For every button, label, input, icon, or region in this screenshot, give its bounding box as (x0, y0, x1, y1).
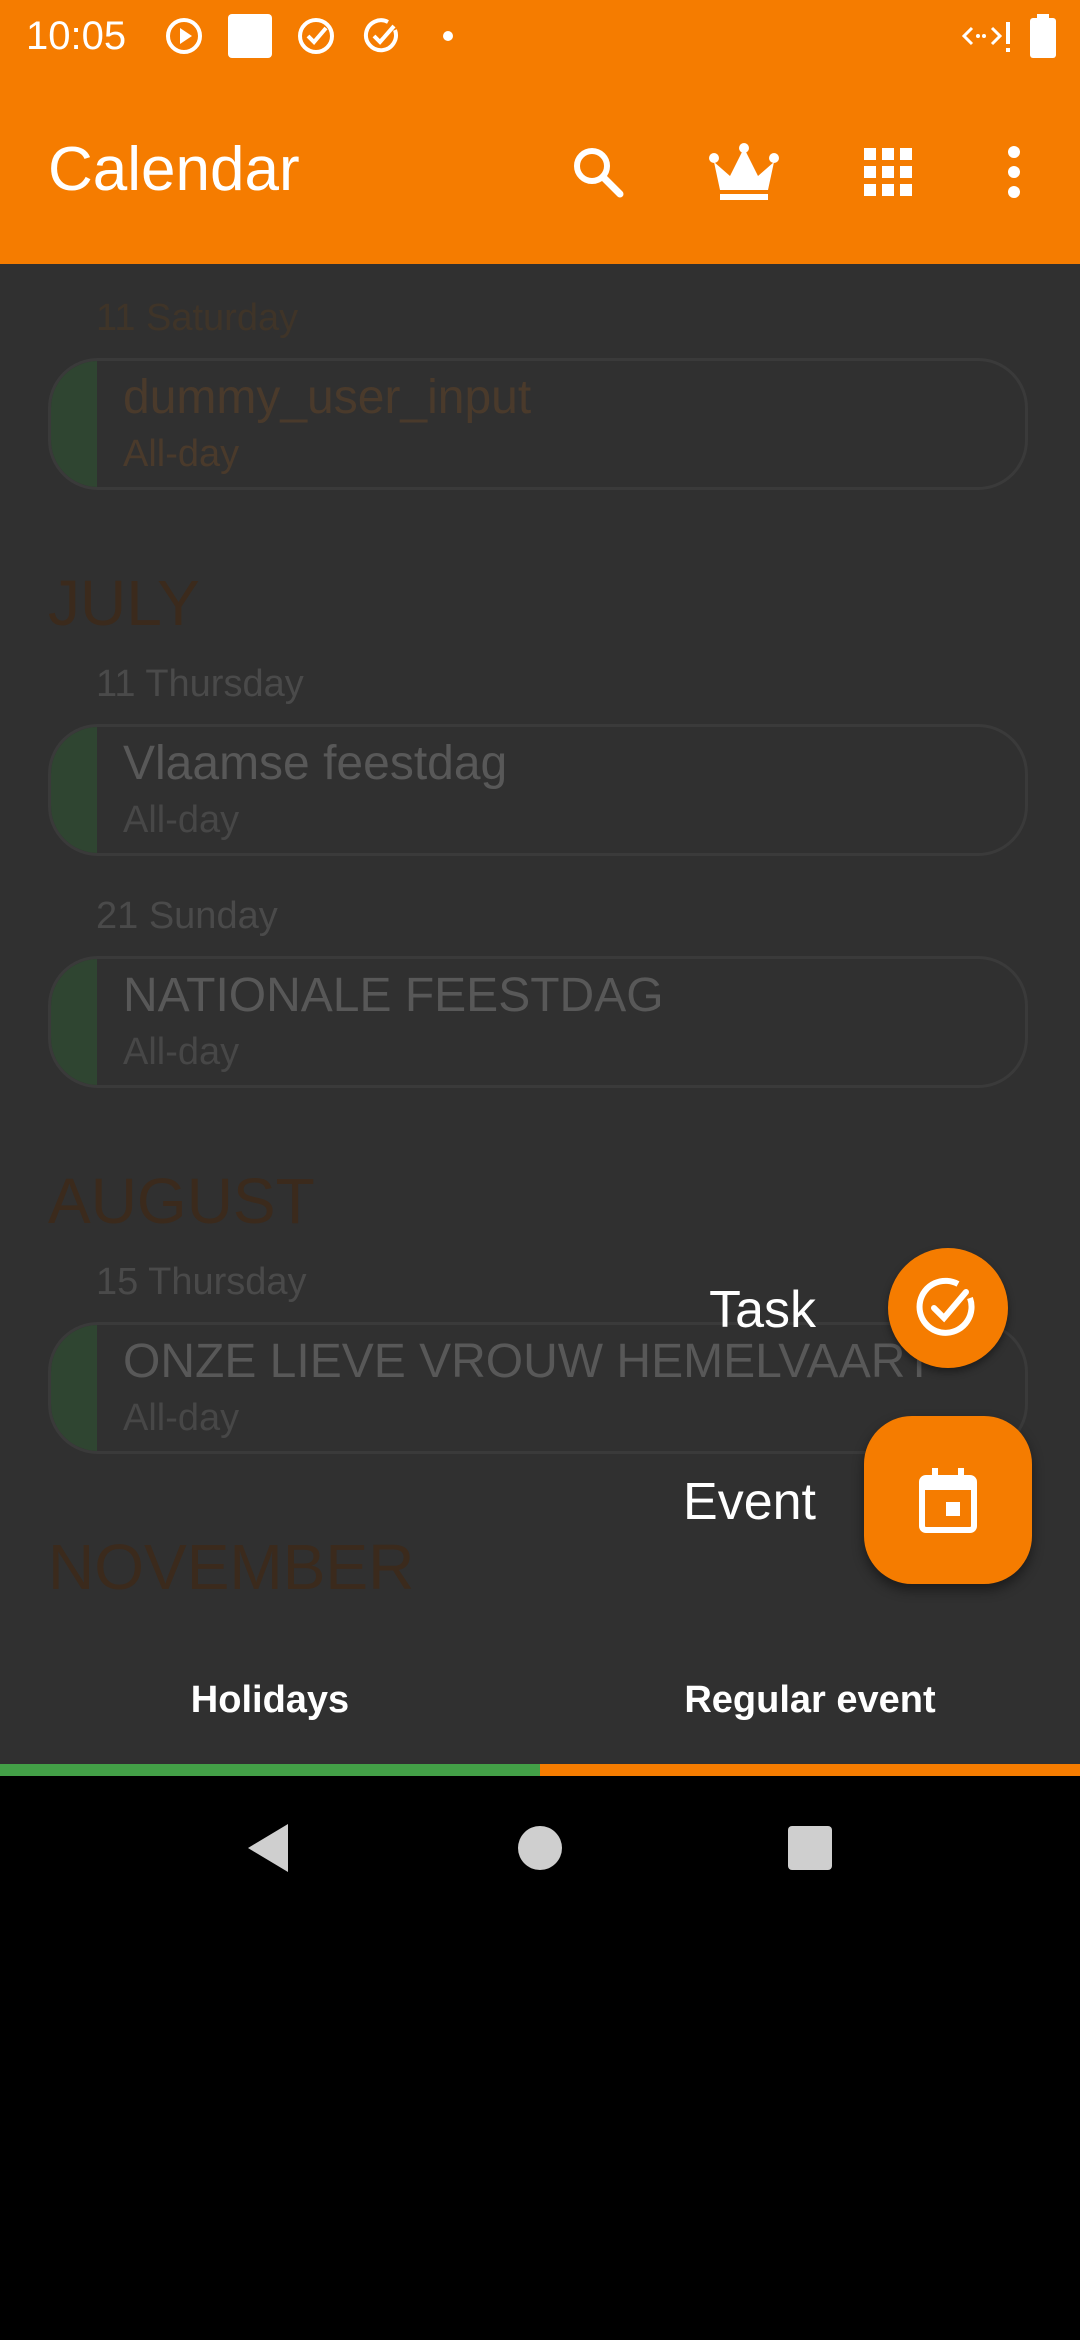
status-time: 10:05 (26, 14, 127, 58)
grid-view-button[interactable] (848, 132, 928, 212)
holidays-indicator (0, 1764, 540, 1776)
regular-event-indicator (540, 1764, 1080, 1776)
add-task-button[interactable] (888, 1248, 1008, 1368)
event-card[interactable]: Vlaamse feestdag All-day (48, 724, 1028, 856)
recents-button[interactable] (770, 1808, 850, 1888)
status-bar: 10:05 (0, 0, 1080, 72)
event-fab-label[interactable]: Event (640, 1472, 816, 1532)
task-fab-label[interactable]: Task (660, 1280, 816, 1340)
white-square-icon (226, 12, 274, 60)
app-bar: Calendar (0, 72, 1080, 264)
home-icon (518, 1826, 562, 1870)
back-button[interactable] (228, 1808, 308, 1888)
holiday-color-bar (51, 727, 97, 853)
month-header: JULY (48, 567, 200, 639)
event-title: dummy_user_input (123, 371, 532, 424)
holiday-color-bar (51, 959, 97, 1085)
target-check-icon (296, 16, 336, 56)
recents-icon (788, 1826, 832, 1870)
add-event-button[interactable] (864, 1416, 1032, 1584)
event-title: ONZE LIEVE VROUW HEMELVAART (123, 1335, 934, 1388)
event-time: All-day (123, 1031, 240, 1073)
play-circle-icon (164, 16, 204, 56)
event-time: All-day (123, 799, 240, 841)
battery-icon (1028, 14, 1058, 58)
dot-icon (428, 16, 468, 56)
day-header: 11 Saturday (96, 297, 299, 339)
event-time: All-day (123, 433, 240, 475)
calendar-icon (919, 1468, 977, 1533)
event-time: All-day (123, 1397, 240, 1439)
check-circle-icon (916, 1277, 975, 1336)
back-icon (248, 1824, 288, 1872)
search-button[interactable] (558, 132, 638, 212)
month-header: AUGUST (48, 1165, 315, 1237)
month-header: NOVEMBER (48, 1531, 415, 1603)
event-title: Vlaamse feestdag (123, 737, 508, 790)
event-card[interactable]: NATIONALE FEESTDAG All-day (48, 956, 1028, 1088)
signal-icon (962, 16, 1014, 56)
page-title: Calendar (48, 135, 300, 204)
day-header: 11 Thursday (96, 663, 304, 705)
more-vert-icon (1008, 146, 1020, 198)
grid-icon (864, 148, 912, 196)
tab-regular-event[interactable]: Regular event (540, 1636, 1080, 1764)
navigation-bar (0, 1776, 1080, 1920)
crown-icon (709, 143, 779, 200)
day-header: 21 Sunday (96, 895, 278, 937)
premium-button[interactable] (704, 132, 784, 212)
search-icon (574, 148, 624, 198)
event-title: NATIONALE FEESTDAG (123, 969, 664, 1022)
tab-holidays[interactable]: Holidays (0, 1636, 540, 1764)
day-header: 15 Thursday (96, 1261, 307, 1303)
more-options-button[interactable] (974, 132, 1054, 212)
holiday-color-bar (51, 1325, 97, 1451)
home-button[interactable] (500, 1808, 580, 1888)
check-circle-icon (362, 16, 402, 56)
event-card[interactable]: dummy_user_input All-day (48, 358, 1028, 490)
holiday-color-bar (51, 361, 97, 487)
